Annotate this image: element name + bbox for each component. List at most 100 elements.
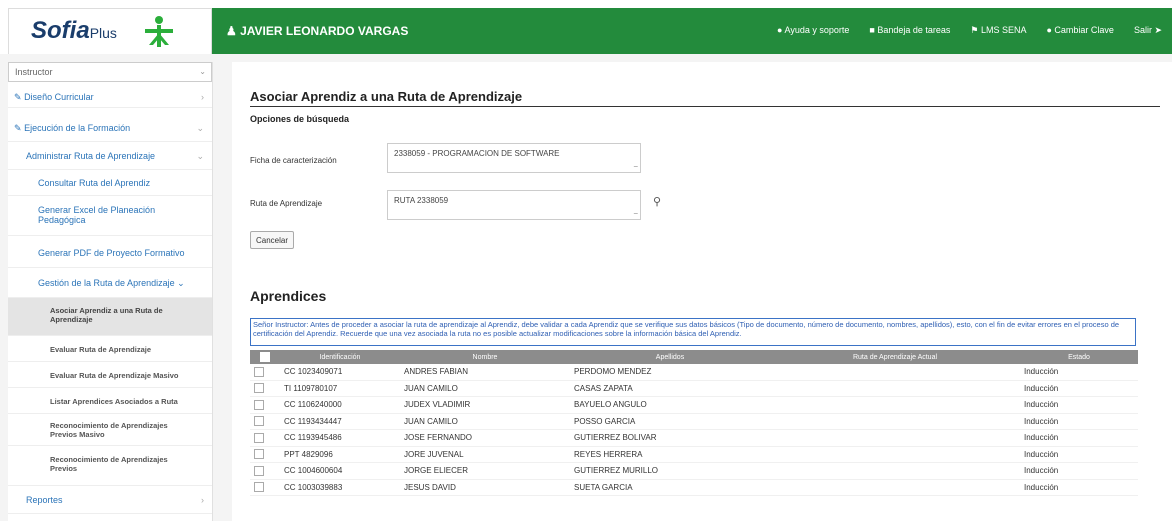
page-title: Asociar Aprendiz a una Ruta de Aprendiza… <box>250 89 1160 107</box>
row-checkbox[interactable] <box>250 479 280 496</box>
cell-ruta <box>770 396 1020 414</box>
search-options-title: Opciones de búsqueda <box>250 114 350 124</box>
cell-ruta <box>770 364 1020 381</box>
role-select[interactable]: Instructor ⌄ <box>8 62 212 82</box>
cancel-button[interactable]: Cancelar <box>250 231 294 249</box>
cell-estado: Inducción <box>1020 364 1138 381</box>
table-row[interactable]: CC 1193945486 JOSE FERNANDO GUTIERREZ BOLI… <box>250 429 1138 447</box>
cell-estado: Inducción <box>1020 446 1138 463</box>
cell-nombre: JESUS DAVID <box>400 479 570 496</box>
ficha-field[interactable]: 2338059 - PROGRAMACION DE SOFTWARE − <box>387 143 641 173</box>
lms-link[interactable]: ⚑ LMS SENA <box>970 25 1026 36</box>
row-checkbox[interactable] <box>250 462 280 480</box>
sidebar-item-ejecucion[interactable]: ✎ Ejecución de la Formación ⌄ <box>8 112 212 142</box>
cell-nombre: JUAN CAMILO <box>400 380 570 397</box>
cell-identificacion: CC 1106240000 <box>280 396 400 414</box>
cell-apellidos: PERDOMO MENDEZ <box>570 364 770 381</box>
cell-identificacion: CC 1023409071 <box>280 364 400 381</box>
logout-link[interactable]: Salir ➤ <box>1134 25 1162 36</box>
ficha-label: Ficha de caracterización <box>250 156 337 165</box>
resize-handle-icon: − <box>633 162 638 171</box>
ruta-field[interactable]: RUTA 2338059− <box>387 190 641 220</box>
sidebar-item-evaluar-masivo[interactable]: Evaluar Ruta de Aprendizaje Masivo <box>8 362 212 388</box>
table-row[interactable]: CC 1004600604 JORGE ELIECER GUTIERREZ MURI… <box>250 462 1138 480</box>
sidebar-item-diseno[interactable]: ✎ Diseño Curricular › <box>8 84 212 108</box>
main-content: Asociar Aprendiz a una Ruta de Aprendiza… <box>232 62 1172 521</box>
help-link[interactable]: ● Ayuda y soporte <box>777 25 849 36</box>
row-checkbox[interactable] <box>250 364 280 381</box>
table-row[interactable]: CC 1193434447 JUAN CAMILO POSSO GARCIA Indu… <box>250 413 1138 430</box>
cell-estado: Inducción <box>1020 380 1138 397</box>
cell-estado: Inducción <box>1020 462 1138 480</box>
chevron-down-icon: ⌄ <box>196 123 204 133</box>
sidebar-item-reconocimiento[interactable]: Reconocimiento de Aprendizajes Previos <box>8 446 212 486</box>
edit-icon: ✎ <box>14 92 22 102</box>
cell-nombre: JORGE ELIECER <box>400 462 570 480</box>
table-row[interactable]: CC 1003039883 JESUS DAVID SUETA GARCIA Indu… <box>250 479 1138 496</box>
sena-logo-icon <box>145 16 173 47</box>
ruta-label: Ruta de Aprendizaje <box>250 199 323 208</box>
table-row[interactable]: CC 1106240000 JUDEX VLADIMIR BAYUELO ANGUL… <box>250 396 1138 414</box>
logo[interactable]: SofiaPlus <box>8 8 212 54</box>
tasks-link[interactable]: ■ Bandeja de tareas <box>869 25 950 36</box>
cell-apellidos: GUTIERREZ MURILLO <box>570 462 770 480</box>
header-bar: ♟ JAVIER LEONARDO VARGAS ● Ayuda y sopor… <box>212 8 1172 54</box>
row-checkbox[interactable] <box>250 396 280 414</box>
cell-ruta <box>770 413 1020 430</box>
cell-identificacion: CC 1004600604 <box>280 462 400 480</box>
cell-nombre: JOSE FERNANDO <box>400 429 570 447</box>
sidebar-item-asociar[interactable]: Asociar Aprendiz a una Ruta de Aprendiza… <box>8 298 212 336</box>
row-checkbox[interactable] <box>250 413 280 430</box>
table-header-row: Identificación Nombre Apellidos Ruta de … <box>250 350 1138 364</box>
resize-handle-icon: − <box>633 209 638 218</box>
sidebar-item-listar[interactable]: Listar Aprendices Asociados a Ruta <box>8 388 212 414</box>
col-nombre: Nombre <box>472 353 498 361</box>
chevron-down-icon: ⌄ <box>177 278 185 288</box>
search-icon[interactable]: ⚲ <box>653 195 661 208</box>
cell-estado: Inducción <box>1020 479 1138 496</box>
section-title: Aprendices <box>250 288 327 304</box>
cell-apellidos: CASAS ZAPATA <box>570 380 770 397</box>
chevron-down-icon: ⌄ <box>196 151 204 161</box>
top-header: SofiaPlus ♟ JAVIER LEONARDO VARGAS ● Ayu… <box>0 0 1172 54</box>
cell-apellidos: REYES HERRERA <box>570 446 770 463</box>
instructor-notice: Señor Instructor: Antes de proceder a as… <box>250 318 1136 346</box>
chevron-right-icon: › <box>201 495 204 505</box>
cell-estado: Inducción <box>1020 396 1138 414</box>
sidebar-item-reconocimiento-masivo[interactable]: Reconocimiento de Aprendizajes Previos M… <box>8 414 212 446</box>
cell-nombre: JUAN CAMILO <box>400 413 570 430</box>
cell-identificacion: CC 1193945486 <box>280 429 400 447</box>
row-checkbox[interactable] <box>250 380 280 397</box>
chevron-down-icon: ⌄ <box>199 67 206 76</box>
chevron-right-icon: › <box>201 92 204 102</box>
row-checkbox[interactable] <box>250 446 280 463</box>
sidebar-item-excel[interactable]: Generar Excel de Planeación Pedagógica <box>8 196 212 236</box>
row-checkbox[interactable] <box>250 429 280 447</box>
cell-identificacion: TI 1109780107 <box>280 380 400 397</box>
table-row[interactable]: CC 1023409071 ANDRES FABIAN PERDOMO MENDEZ… <box>250 364 1138 381</box>
col-identificacion: Identificación <box>319 353 361 361</box>
sidebar: Instructor ⌄ ✎ Diseño Curricular › ✎ Ejecu… <box>8 62 213 521</box>
cell-ruta <box>770 429 1020 447</box>
sidebar-item-administrar[interactable]: Administrar Ruta de Aprendizaje ⌄ <box>8 142 212 170</box>
sidebar-item-evaluar[interactable]: Evaluar Ruta de Aprendizaje <box>8 336 212 362</box>
logo-text: SofiaPlus <box>31 17 117 44</box>
sidebar-item-consultar[interactable]: Consultar Ruta del Aprendiz <box>8 170 212 196</box>
change-password-link[interactable]: ● Cambiar Clave <box>1046 25 1113 36</box>
col-apellidos: Apellidos <box>655 353 685 361</box>
cell-ruta <box>770 479 1020 496</box>
sidebar-item-reportes[interactable]: Reportes › <box>8 486 212 514</box>
apprentices-table: Identificación Nombre Apellidos Ruta de … <box>250 350 1138 496</box>
sidebar-item-pdf[interactable]: Generar PDF de Proyecto Formativo <box>8 236 212 268</box>
cell-nombre: ANDRES FABIAN <box>400 364 570 381</box>
cell-estado: Inducción <box>1020 429 1138 447</box>
table-row[interactable]: TI 1109780107 JUAN CAMILO CASAS ZAPATA Indu… <box>250 380 1138 397</box>
select-all-checkbox[interactable] <box>250 350 280 364</box>
cell-nombre: JUDEX VLADIMIR <box>400 396 570 414</box>
cell-apellidos: POSSO GARCIA <box>570 413 770 430</box>
header-nav: ● Ayuda y soporte ■ Bandeja de tareas ⚑ … <box>777 25 1162 36</box>
cell-estado: Inducción <box>1020 413 1138 430</box>
table-row[interactable]: PPT 4829096 JORE JUVENAL REYES HERRERA Indu… <box>250 446 1138 463</box>
user-name[interactable]: ♟ JAVIER LEONARDO VARGAS <box>226 24 408 38</box>
sidebar-item-gestion[interactable]: Gestión de la Ruta de Aprendizaje ⌄ <box>8 268 212 298</box>
